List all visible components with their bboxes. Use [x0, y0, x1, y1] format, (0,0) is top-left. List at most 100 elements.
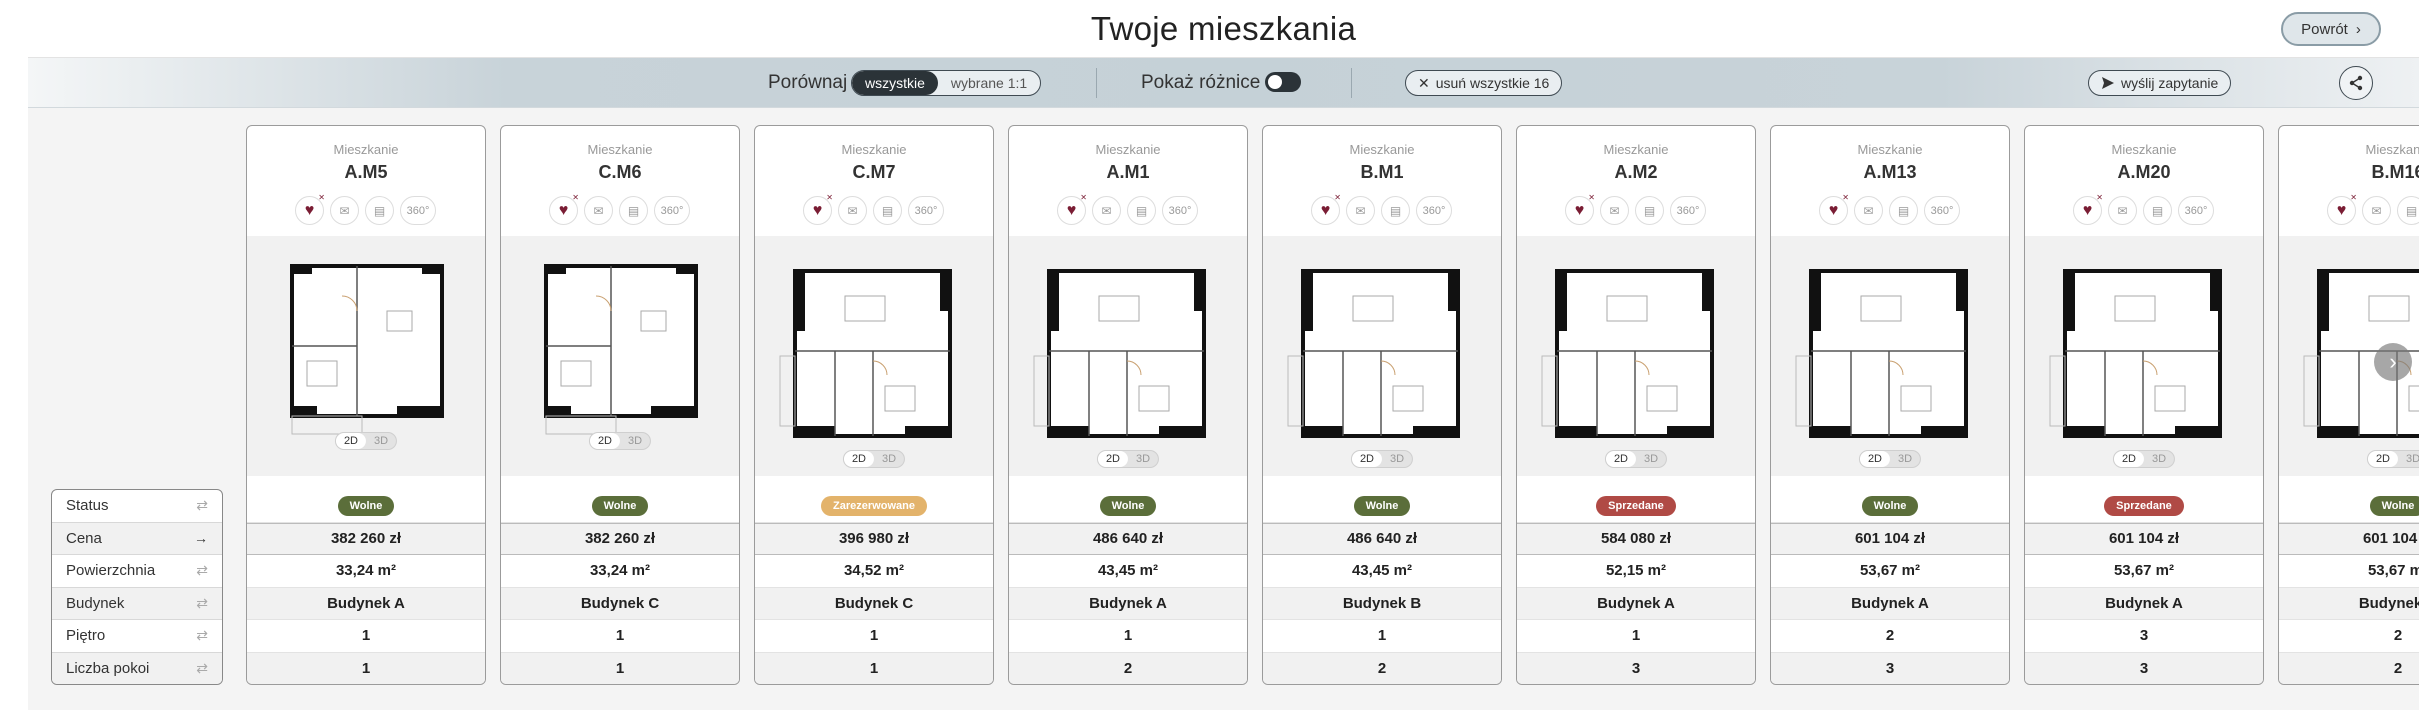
attribute-row-area[interactable]: Powierzchnia ⇄ [52, 555, 222, 588]
apartment-card[interactable]: Mieszkanie A.M1 ♥✉▤360° 2D3D Wolne 486 640 zł… [1008, 125, 1248, 685]
apartment-card[interactable]: Mieszkanie A.M20 ♥✉▤360° 2D3D Sprzedane 601 1… [2024, 125, 2264, 685]
document-icon[interactable]: ▤ [873, 196, 902, 225]
view-3d-button[interactable]: 3D [2398, 451, 2419, 467]
next-arrow-button[interactable]: › [2374, 343, 2412, 381]
floor-plan[interactable]: 2D 3D [2025, 236, 2263, 476]
mail-icon[interactable]: ✉ [2108, 196, 2137, 225]
view-3d-button[interactable]: 3D [1382, 451, 1412, 467]
attribute-row-price[interactable]: Cena → [52, 522, 222, 555]
favorite-heart-icon[interactable]: ♥ [2327, 193, 2357, 225]
mail-icon[interactable]: ✉ [1346, 196, 1375, 225]
view-3d-button[interactable]: 3D [366, 433, 396, 449]
mail-icon[interactable]: ✉ [330, 196, 359, 225]
panorama-360-icon[interactable]: 360° [1162, 196, 1198, 225]
document-icon[interactable]: ▤ [1381, 196, 1410, 225]
apartment-card[interactable]: Mieszkanie A.M2 ♥✉▤360° 2D3D Sprzedane 584 08… [1516, 125, 1756, 685]
floor-plan[interactable]: 2D 3D [247, 236, 485, 476]
view-2d-button[interactable]: 2D [589, 433, 620, 449]
view-2d-button[interactable]: 2D [1097, 451, 1128, 467]
view-3d-button[interactable]: 3D [2144, 451, 2174, 467]
favorite-heart-icon[interactable]: ♥ [2073, 193, 2103, 225]
status-cell: Wolne [1009, 490, 1247, 523]
apartment-card[interactable]: Mieszkanie C.M6 ♥✉▤360° 2D3D Wolne 382 260 zł… [500, 125, 740, 685]
apartment-name: A.M5 [344, 162, 388, 182]
favorite-heart-icon[interactable]: ♥ [1819, 193, 1849, 225]
panorama-360-icon[interactable]: 360° [2178, 196, 2214, 225]
favorite-heart-icon[interactable]: ♥ [803, 193, 833, 225]
area-cell: 52,15 m² [1517, 555, 1755, 588]
favorite-heart-icon[interactable]: ♥ [549, 193, 579, 225]
show-differences-toggle[interactable] [1265, 72, 1301, 92]
panorama-360-icon[interactable]: 360° [1670, 196, 1706, 225]
document-icon[interactable]: ▤ [365, 196, 394, 225]
share-icon [2349, 75, 2363, 91]
panorama-360-icon[interactable]: 360° [908, 196, 944, 225]
floor-plan[interactable]: 2D 3D [755, 236, 993, 476]
apartment-card[interactable]: Mieszkanie B.M16 ♥✉▤360° 2D3D Wolne 601 104 z… [2278, 125, 2419, 685]
floor-plan[interactable]: 2D 3D [501, 236, 739, 476]
compare-option-selected[interactable]: wybrane 1:1 [938, 71, 1040, 95]
document-icon[interactable]: ▤ [1889, 196, 1918, 225]
document-icon[interactable]: ▤ [619, 196, 648, 225]
attribute-label: Powierzchnia [66, 562, 156, 580]
apartment-card[interactable]: Mieszkanie A.M13 ♥✉▤360° 2D3D Wolne 601 104 z… [1770, 125, 2010, 685]
chevron-right-icon: › [2355, 20, 2361, 38]
attribute-row-rooms[interactable]: Liczba pokoi ⇄ [52, 652, 222, 684]
favorite-heart-icon[interactable]: ♥ [1565, 193, 1595, 225]
document-icon[interactable]: ▤ [2143, 196, 2172, 225]
view-3d-button[interactable]: 3D [874, 451, 904, 467]
back-button-label: Powrót [2301, 20, 2348, 38]
attribute-row-floor[interactable]: Piętro ⇄ [52, 620, 222, 653]
view-3d-button[interactable]: 3D [1890, 451, 1920, 467]
view-2d-button[interactable]: 2D [843, 451, 874, 467]
floor-plan[interactable]: 2D 3D [1517, 236, 1755, 476]
mail-icon[interactable]: ✉ [1854, 196, 1883, 225]
apartment-card[interactable]: Mieszkanie C.M7 ♥✉▤360° 2D3D Zarezerwowane 39… [754, 125, 994, 685]
comparison-page: Twoje mieszkania Powrót › Porównaj wszys… [28, 0, 2419, 710]
panorama-360-icon[interactable]: 360° [654, 196, 690, 225]
document-icon[interactable]: ▤ [1635, 196, 1664, 225]
apartment-card[interactable]: Mieszkanie B.M1 ♥✉▤360° 2D3D Wolne 486 640 zł… [1262, 125, 1502, 685]
view-3d-button[interactable]: 3D [620, 433, 650, 449]
attribute-label: Status [66, 497, 109, 515]
view-2d-button[interactable]: 2D [2113, 451, 2144, 467]
document-icon[interactable]: ▤ [1127, 196, 1156, 225]
rooms-cell: 1 [501, 652, 739, 684]
panorama-360-icon[interactable]: 360° [1924, 196, 1960, 225]
mail-icon[interactable]: ✉ [1600, 196, 1629, 225]
send-inquiry-button[interactable]: wyślij zapytanie [2088, 70, 2232, 96]
view-2d-button[interactable]: 2D [1859, 451, 1890, 467]
mail-icon[interactable]: ✉ [1092, 196, 1121, 225]
favorite-heart-icon[interactable]: ♥ [1057, 193, 1087, 225]
panorama-360-icon[interactable]: 360° [400, 196, 436, 225]
mail-icon[interactable]: ✉ [838, 196, 867, 225]
apartment-name: A.M13 [1863, 162, 1917, 182]
apartment-card[interactable]: Mieszkanie A.M5 ♥✉▤360° 2D3D Wolne 382 260 zł… [246, 125, 486, 685]
floor-plan[interactable]: 2D 3D [1771, 236, 2009, 476]
attribute-row-status[interactable]: Status ⇄ [52, 490, 222, 523]
document-icon[interactable]: ▤ [2397, 196, 2419, 225]
mail-icon[interactable]: ✉ [2362, 196, 2391, 225]
compare-option-all[interactable]: wszystkie [852, 71, 938, 95]
favorite-heart-icon[interactable]: ♥ [295, 193, 325, 225]
status-cell: Sprzedane [1517, 490, 1755, 523]
floor-plan[interactable]: 2D 3D [1263, 236, 1501, 476]
view-3d-button[interactable]: 3D [1128, 451, 1158, 467]
remove-all-button[interactable]: ✕ usuń wszystkie 16 [1405, 70, 1563, 96]
floor-plan-drawing [544, 264, 698, 435]
view-2d-button[interactable]: 2D [335, 433, 366, 449]
view-3d-button[interactable]: 3D [1636, 451, 1666, 467]
card-type-label: Mieszkanie [2365, 142, 2419, 157]
view-2d-button[interactable]: 2D [1605, 451, 1636, 467]
share-button[interactable] [2339, 66, 2373, 100]
back-button[interactable]: Powrót › [2281, 12, 2381, 46]
view-2d-button[interactable]: 2D [2367, 451, 2398, 467]
floor-plan[interactable]: 2D 3D [1009, 236, 1247, 476]
status-cell: Wolne [1263, 490, 1501, 523]
floor-plan-drawing [290, 264, 444, 435]
mail-icon[interactable]: ✉ [584, 196, 613, 225]
attribute-row-building[interactable]: Budynek ⇄ [52, 587, 222, 620]
favorite-heart-icon[interactable]: ♥ [1311, 193, 1341, 225]
view-2d-button[interactable]: 2D [1351, 451, 1382, 467]
panorama-360-icon[interactable]: 360° [1416, 196, 1452, 225]
